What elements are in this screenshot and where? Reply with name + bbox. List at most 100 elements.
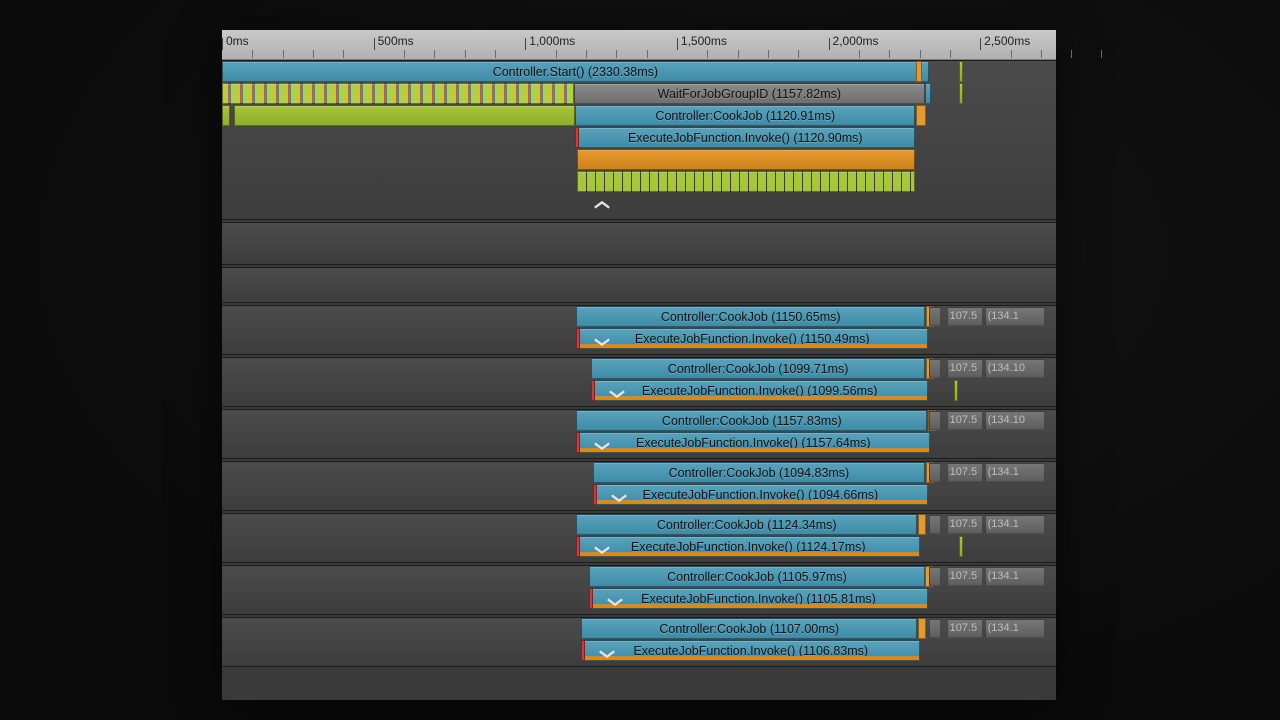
stub-faded-3-label: (134.10 — [986, 412, 1044, 428]
stub-faded-2-label: 107.5 — [948, 568, 982, 584]
bar-cookjob-label: Controller:CookJob (1105.97ms) — [590, 567, 923, 586]
bar-cookjob-label: Controller:CookJob (1150.65ms) — [577, 307, 924, 326]
ruler-label: 0ms — [226, 34, 249, 48]
bar-execinvoke[interactable]: ExecuteJobFunction.Invoke() (1106.83ms) — [581, 640, 920, 661]
bar-green-strip[interactable] — [234, 105, 575, 126]
track-area[interactable]: Controller.Start() (2330.38ms) WaitForJo… — [222, 60, 1056, 700]
bar-cookjob[interactable]: Controller:CookJob (1099.71ms) — [591, 358, 925, 379]
collapse-up-icon[interactable] — [592, 197, 612, 213]
ruler-label: 1,500ms — [681, 34, 727, 48]
bar-execinvoke[interactable]: ExecuteJobFunction.Invoke() (1099.56ms) — [591, 380, 928, 401]
worker-threads: Controller:CookJob (1150.65ms)107.5(134.… — [222, 305, 1056, 667]
thread-empty-1[interactable] — [222, 222, 1056, 265]
stub-faded-2: 107.5 — [947, 567, 983, 586]
bar-execinvoke[interactable]: ExecuteJobFunction.Invoke() (1157.64ms) — [576, 432, 930, 453]
worker-thread-6[interactable]: Controller:CookJob (1107.00ms) 107.5(134.… — [222, 617, 1056, 667]
bar-cookjob-label: Controller:CookJob (1124.34ms) — [577, 515, 916, 534]
stub-faded-2: 107.5 — [947, 515, 983, 534]
bar-cookjob-main-label: Controller:CookJob (1120.91ms) — [576, 106, 914, 125]
worker-thread-3[interactable]: Controller:CookJob (1094.83ms) 107.5(134.… — [222, 461, 1056, 511]
stub-blue — [925, 83, 931, 104]
stub-orange — [916, 61, 922, 82]
stub-red — [591, 380, 595, 401]
bar-cookjob[interactable]: Controller:CookJob (1150.65ms) — [576, 306, 925, 327]
stub-faded-2-label: 107.5 — [948, 516, 982, 532]
stub-faded-2: 107.5 — [947, 307, 983, 326]
row-orange — [222, 149, 1056, 171]
timeline-ruler[interactable]: 0ms500ms1,000ms1,500ms2,000ms2,500ms — [222, 30, 1056, 60]
stub-green — [959, 61, 963, 82]
ruler-label: 500ms — [378, 34, 414, 48]
row-exec: ExecuteJobFunction.Invoke() (1120.90ms) — [222, 127, 1056, 149]
stub-faded-2: 107.5 — [947, 619, 983, 638]
stub-faded-1 — [929, 619, 941, 638]
bar-execinvoke[interactable]: ExecuteJobFunction.Invoke() (1124.17ms) — [576, 536, 920, 557]
bar-cookjob-label: Controller:CookJob (1107.00ms) — [582, 619, 916, 638]
stub-faded-3: (134.10 — [985, 411, 1045, 430]
stub-faded-1 — [929, 463, 941, 482]
stub-faded-3: (134.1 — [985, 463, 1045, 482]
worker-thread-0[interactable]: Controller:CookJob (1150.65ms) 107.5(134.… — [222, 305, 1056, 355]
bar-multicolor-strip[interactable] — [222, 83, 574, 104]
stub-faded-2-label: 107.5 — [948, 308, 982, 324]
stub-faded-3-label: (134.1 — [986, 620, 1044, 636]
stub-faded-3: (134.1 — [985, 307, 1045, 326]
bar-controller-start-label: Controller.Start() (2330.38ms) — [223, 62, 928, 81]
worker-thread-4[interactable]: Controller:CookJob (1124.34ms) 107.5(134.… — [222, 513, 1056, 563]
bar-cookjob-label: Controller:CookJob (1099.71ms) — [592, 359, 924, 378]
profiler-panel[interactable]: 0ms500ms1,000ms1,500ms2,000ms2,500ms Con… — [222, 30, 1056, 700]
bar-wait-for-job[interactable]: WaitForJobGroupID (1157.82ms) — [574, 83, 925, 104]
bar-cookjob[interactable]: Controller:CookJob (1157.83ms) — [576, 410, 927, 431]
stub-faded-1 — [929, 359, 941, 378]
stub-green-2 — [959, 83, 963, 104]
stub-faded-1 — [929, 411, 941, 430]
stub-orange — [918, 618, 926, 639]
bar-cookjob[interactable]: Controller:CookJob (1107.00ms) — [581, 618, 917, 639]
stub-red — [581, 640, 585, 661]
bar-exec-main[interactable]: ExecuteJobFunction.Invoke() (1120.90ms) — [575, 127, 915, 148]
bar-execinvoke[interactable]: ExecuteJobFunction.Invoke() (1094.66ms) — [593, 484, 928, 505]
main-thread[interactable]: Controller.Start() (2330.38ms) WaitForJo… — [222, 60, 1056, 220]
worker-thread-2[interactable]: Controller:CookJob (1157.83ms) 107.5(134.… — [222, 409, 1056, 459]
bar-cookjob[interactable]: Controller:CookJob (1124.34ms) — [576, 514, 917, 535]
stub-faded-3: (134.1 — [985, 567, 1045, 586]
thread-empty-2[interactable] — [222, 267, 1056, 303]
stub-faded-3-label: (134.1 — [986, 464, 1044, 480]
bar-cookjob-main[interactable]: Controller:CookJob (1120.91ms) — [575, 105, 915, 126]
stub-green — [954, 380, 958, 401]
bar-execinvoke[interactable]: ExecuteJobFunction.Invoke() (1150.49ms) — [576, 328, 928, 349]
bar-orange-child[interactable] — [577, 149, 915, 170]
stub-faded-2-label: 107.5 — [948, 464, 982, 480]
stub-red — [589, 588, 593, 609]
stub-red — [575, 127, 579, 148]
stub-faded-3-label: (134.1 — [986, 308, 1044, 324]
stub-faded-1 — [929, 567, 941, 586]
stub-faded-1 — [929, 515, 941, 534]
stub-faded-2: 107.5 — [947, 463, 983, 482]
stub-red — [593, 484, 597, 505]
stub-red — [576, 432, 580, 453]
stub-faded-3: (134.1 — [985, 515, 1045, 534]
bar-execinvoke[interactable]: ExecuteJobFunction.Invoke() (1105.81ms) — [589, 588, 927, 609]
stub-faded-3-label: (134.1 — [986, 568, 1044, 584]
stub-faded-2: 107.5 — [947, 359, 983, 378]
stub-faded-3-label: (134.10 — [986, 360, 1044, 376]
row-wait: WaitForJobGroupID (1157.82ms) — [222, 83, 1056, 105]
bar-cookjob[interactable]: Controller:CookJob (1094.83ms) — [593, 462, 925, 483]
bar-controller-start[interactable]: Controller.Start() (2330.38ms) — [222, 61, 929, 82]
bar-wait-for-job-label: WaitForJobGroupID (1157.82ms) — [575, 84, 924, 103]
bar-exec-main-label: ExecuteJobFunction.Invoke() (1120.90ms) — [576, 128, 914, 147]
bar-cookjob[interactable]: Controller:CookJob (1105.97ms) — [589, 566, 924, 587]
ruler-label: 2,500ms — [984, 34, 1030, 48]
bar-striped-green[interactable] — [577, 171, 915, 192]
stub-faded-3-label: (134.1 — [986, 516, 1044, 532]
ruler-label: 2,000ms — [833, 34, 879, 48]
worker-thread-1[interactable]: Controller:CookJob (1099.71ms) 107.5(134.… — [222, 357, 1056, 407]
stub-faded-2: 107.5 — [947, 411, 983, 430]
stub-faded-1 — [929, 307, 941, 326]
row-cook: Controller:CookJob (1120.91ms) — [222, 105, 1056, 127]
worker-thread-5[interactable]: Controller:CookJob (1105.97ms) 107.5(134.… — [222, 565, 1056, 615]
stub-faded-2-label: 107.5 — [948, 412, 982, 428]
stub-red — [576, 536, 580, 557]
stub-faded-2-label: 107.5 — [948, 620, 982, 636]
